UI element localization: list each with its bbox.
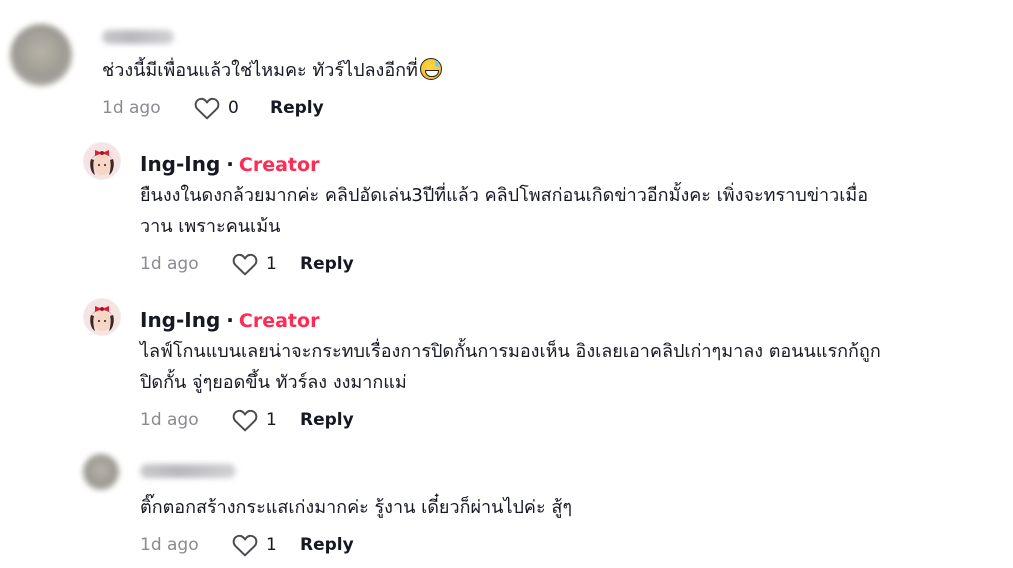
comment-meta: 1d ago 1 Reply [140, 533, 354, 557]
comment-meta: 1d ago 1 Reply [140, 408, 354, 432]
comment-date: 1d ago [140, 254, 199, 274]
comment-text-line: ปิดกั้น จู่ๆยอดขึ้น ทัวร์ลง งงมากแม่ [140, 372, 407, 393]
like-count: 1 [266, 410, 277, 430]
like-count: 0 [228, 98, 239, 118]
avatar[interactable] [10, 24, 72, 86]
author-name[interactable]: Ing-Ing [140, 308, 220, 332]
avatar[interactable] [83, 454, 119, 490]
author-row: Ing-Ing · Creator [140, 308, 319, 332]
heart-outline-icon[interactable] [232, 408, 258, 432]
like-button[interactable]: 1 [232, 533, 304, 557]
comment-meta: 1d ago 1 Reply [140, 252, 354, 276]
heart-outline-icon[interactable] [194, 96, 220, 120]
grinning-sweat-emoji-icon [419, 58, 442, 80]
reply-button[interactable]: Reply [270, 98, 324, 118]
comment-text-line: วาน เพราะคนเม้น [140, 216, 281, 237]
comment-text-line: ยืนงงในดงกล้วยมากค่ะ คลิปอัดเล่น3ปีที่แล… [140, 185, 869, 206]
creator-badge: Creator [238, 310, 320, 332]
reply-item: Ing-Ing · Creator ไลฟ์โกนแบนเลยน่าจะกระท… [0, 296, 1013, 446]
creator-avatar-icon [84, 299, 120, 335]
comment-item: ช่วงนี้มีเพื่อนแล้วใช่ไหมคะ ทัวร์ไปลงอีก… [0, 0, 1013, 140]
like-count: 1 [266, 254, 277, 274]
comment-date: 1d ago [102, 98, 161, 118]
separator-dot: · [226, 308, 234, 332]
comment-text: ไลฟ์โกนแบนเลยน่าจะกระทบเรื่องการปิดกั้นก… [140, 336, 881, 398]
comment-text-line: ไลฟ์โกนแบนเลยน่าจะกระทบเรื่องการปิดกั้นก… [140, 341, 881, 362]
reply-item: Ing-Ing · Creator ยืนงงในดงกล้วยมากค่ะ ค… [0, 140, 1013, 290]
username-blurred[interactable] [140, 464, 236, 478]
comment-meta: 1d ago 0 Reply [102, 96, 324, 120]
comment-text: ช่วงนี้มีเพื่อนแล้วใช่ไหมคะ ทัวร์ไปลงอีก… [102, 55, 442, 86]
like-button[interactable]: 0 [194, 96, 266, 120]
heart-outline-icon[interactable] [232, 533, 258, 557]
username-blurred[interactable] [102, 30, 174, 44]
author-name[interactable]: Ing-Ing [140, 152, 220, 176]
comment-text: ติ๊กตอกสร้างกระแสเก่งมากค่ะ รู้งาน เดี๋ย… [140, 492, 572, 523]
comment-date: 1d ago [140, 410, 199, 430]
comment-date: 1d ago [140, 535, 199, 555]
like-button[interactable]: 1 [232, 408, 304, 432]
author-row: Ing-Ing · Creator [140, 152, 319, 176]
comment-text-body: ช่วงนี้มีเพื่อนแล้วใช่ไหมคะ ทัวร์ไปลงอีก… [102, 60, 418, 81]
heart-outline-icon[interactable] [232, 252, 258, 276]
comment-text: ยืนงงในดงกล้วยมากค่ะ คลิปอัดเล่น3ปีที่แล… [140, 180, 868, 242]
reply-button[interactable]: Reply [300, 535, 354, 555]
avatar[interactable] [83, 142, 121, 180]
creator-avatar-icon [84, 143, 120, 179]
reply-button[interactable]: Reply [300, 410, 354, 430]
avatar[interactable] [83, 298, 121, 336]
comment-text-body: ติ๊กตอกสร้างกระแสเก่งมากค่ะ รู้งาน เดี๋ย… [140, 497, 573, 518]
reply-item: ติ๊กตอกสร้างกระแสเก่งมากค่ะ รู้งาน เดี๋ย… [0, 446, 1013, 568]
reply-button[interactable]: Reply [300, 254, 354, 274]
separator-dot: · [226, 152, 234, 176]
creator-badge: Creator [238, 154, 320, 176]
comment-thread: ช่วงนี้มีเพื่อนแล้วใช่ไหมคะ ทัวร์ไปลงอีก… [0, 0, 1013, 568]
like-button[interactable]: 1 [232, 252, 304, 276]
like-count: 1 [266, 535, 277, 555]
